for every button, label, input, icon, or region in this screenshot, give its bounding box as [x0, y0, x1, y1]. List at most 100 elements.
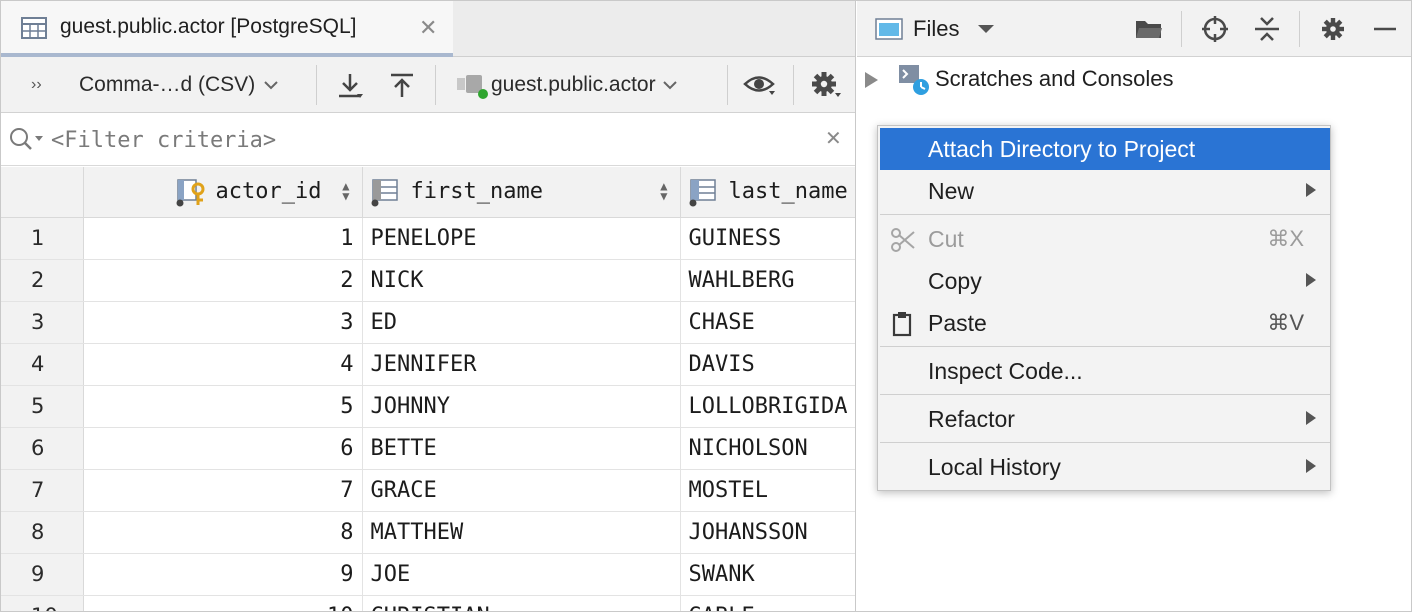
- sort-icon[interactable]: ▲ ▼: [660, 180, 667, 202]
- menu-item-label: Attach Directory to Project: [928, 135, 1196, 162]
- table-row[interactable]: 2 2 NICK WAHLBERG: [1, 259, 855, 302]
- download-icon: [339, 74, 363, 98]
- editor-tab[interactable]: guest.public.actor [PostgreSQL] ✕: [1, 1, 453, 57]
- cell-first-name[interactable]: CHRISTIAN: [362, 595, 681, 611]
- table-row[interactable]: 3 3 ED CHASE: [1, 301, 855, 344]
- cell-first-name[interactable]: NICK: [362, 259, 681, 302]
- filter-bar: ✕: [1, 114, 855, 166]
- project-view-selector[interactable]: Files: [875, 1, 995, 57]
- table-row[interactable]: 1010CHRISTIANGABLE: [1, 595, 855, 611]
- cell-actor-id[interactable]: 4: [83, 343, 363, 386]
- cell-last-name[interactable]: GUINESS: [680, 217, 855, 260]
- submenu-arrow-icon: [1306, 183, 1316, 197]
- cell-first-name[interactable]: BETTE: [362, 427, 681, 470]
- menu-item-new[interactable]: New: [880, 170, 1330, 212]
- menu-item-label: Inspect Code...: [928, 357, 1083, 384]
- cell-actor-id[interactable]: 9: [83, 553, 363, 596]
- table-row[interactable]: 4 4 JENNIFER DAVIS: [1, 343, 855, 386]
- filter-criteria-input[interactable]: [51, 123, 811, 157]
- cell-last-name[interactable]: WAHLBERG: [680, 259, 855, 302]
- cell-actor-id[interactable]: 1: [83, 217, 363, 260]
- cell-actor-id[interactable]: 2: [83, 259, 363, 302]
- tree-item-label: Scratches and Consoles: [935, 66, 1174, 91]
- collapse-all-button[interactable]: [1253, 15, 1281, 43]
- tree-item-scratches[interactable]: Scratches and Consoles: [857, 59, 1411, 101]
- export-data-button[interactable]: [335, 57, 365, 113]
- cell-actor-id[interactable]: 7: [83, 469, 363, 512]
- cell-actor-id[interactable]: 5: [83, 385, 363, 428]
- cell-last-name[interactable]: NICHOLSON: [680, 427, 855, 470]
- menu-item-refactor[interactable]: Refactor: [880, 398, 1330, 440]
- column-header-last-name[interactable]: last_name: [680, 167, 855, 218]
- sort-icon[interactable]: ▲ ▼: [342, 180, 349, 202]
- cell-last-name[interactable]: CHASE: [680, 301, 855, 344]
- table-row[interactable]: 5 5 JOHNNY LOLLOBRIGIDA: [1, 385, 855, 428]
- column-icon: [689, 179, 716, 207]
- close-icon[interactable]: ✕: [419, 15, 437, 41]
- cell-last-name[interactable]: GABLE: [680, 595, 855, 611]
- menu-item-label: Copy: [928, 267, 982, 294]
- project-settings-button[interactable]: [1319, 15, 1347, 43]
- table-selector-label: guest.public.actor: [491, 73, 656, 96]
- table-row[interactable]: 8 8 MATTHEW JOHANSSON: [1, 511, 855, 554]
- menu-item-label: Paste: [928, 309, 987, 336]
- import-data-button[interactable]: [387, 57, 417, 113]
- ide-window: guest.public.actor [PostgreSQL] ✕ ›› Com…: [0, 0, 1412, 612]
- menu-separator: [880, 214, 1330, 215]
- cell-actor-id[interactable]: 3: [83, 301, 363, 344]
- menu-item-inspect-code[interactable]: Inspect Code...: [880, 350, 1330, 392]
- scissors-icon: [891, 228, 915, 252]
- cell-first-name[interactable]: JENNIFER: [362, 343, 681, 386]
- cell-last-name[interactable]: DAVIS: [680, 343, 855, 386]
- row-number: 2: [1, 259, 84, 302]
- expand-arrow-icon[interactable]: [863, 71, 881, 89]
- view-mode-button[interactable]: [743, 57, 777, 113]
- locate-file-button[interactable]: [1201, 15, 1229, 43]
- cell-actor-id[interactable]: 8: [83, 511, 363, 554]
- project-view-label: Files: [913, 16, 960, 41]
- menu-item-cut[interactable]: Cut ⌘X: [880, 218, 1330, 260]
- cell-first-name[interactable]: GRACE: [362, 469, 681, 512]
- cell-last-name[interactable]: SWANK: [680, 553, 855, 596]
- cell-last-name[interactable]: LOLLOBRIGIDA: [680, 385, 855, 428]
- table-selector-dropdown[interactable]: guest.public.actor: [455, 57, 678, 113]
- menu-item-label: New: [928, 177, 975, 204]
- search-icon: [10, 128, 43, 150]
- context-menu: Attach Directory to Project New Cut ⌘X C…: [877, 125, 1331, 491]
- cell-first-name[interactable]: MATTHEW: [362, 511, 681, 554]
- cell-last-name[interactable]: JOHANSSON: [680, 511, 855, 554]
- settings-button[interactable]: [809, 57, 843, 113]
- editor-tab-bar: guest.public.actor [PostgreSQL] ✕: [1, 1, 855, 57]
- table-row[interactable]: 6 6 BETTE NICHOLSON: [1, 427, 855, 470]
- expand-toolbar-button[interactable]: ››: [31, 57, 42, 113]
- row-number: 9: [1, 553, 84, 596]
- menu-item-local-history[interactable]: Local History: [880, 446, 1330, 488]
- cell-last-name[interactable]: MOSTEL: [680, 469, 855, 512]
- submenu-arrow-icon: [1306, 273, 1316, 287]
- table-row[interactable]: 7 7 GRACE MOSTEL: [1, 469, 855, 512]
- row-number: 1: [1, 217, 84, 260]
- column-name: last_name: [728, 179, 848, 205]
- cell-first-name[interactable]: PENELOPE: [362, 217, 681, 260]
- cell-first-name[interactable]: JOE: [362, 553, 681, 596]
- cell-first-name[interactable]: ED: [362, 301, 681, 344]
- menu-item-copy[interactable]: Copy: [880, 260, 1330, 302]
- open-folder-button[interactable]: [1135, 15, 1163, 43]
- row-number: 5: [1, 385, 84, 428]
- extractor-format-dropdown[interactable]: Comma-…d (CSV): [79, 57, 279, 113]
- cell-actor-id[interactable]: 6: [83, 427, 363, 470]
- table-row[interactable]: 9 9 JOE SWANK: [1, 553, 855, 596]
- table-row[interactable]: 1 1 PENELOPE GUINESS: [1, 217, 855, 260]
- hide-tool-window-button[interactable]: [1371, 15, 1399, 43]
- clear-filter-icon[interactable]: ✕: [825, 126, 842, 151]
- menu-separator: [880, 394, 1330, 395]
- menu-item-attach-directory[interactable]: Attach Directory to Project: [880, 128, 1330, 170]
- menu-item-paste[interactable]: Paste ⌘V: [880, 302, 1330, 344]
- editor-toolbar: ›› Comma-…d (CSV) guest.public.actor: [1, 57, 855, 113]
- format-label: Comma-…d (CSV): [79, 73, 256, 96]
- column-header-first-name[interactable]: first_name ▲ ▼: [362, 167, 681, 218]
- menu-item-label: Refactor: [928, 405, 1015, 432]
- cell-actor-id[interactable]: 10: [83, 595, 363, 611]
- cell-first-name[interactable]: JOHNNY: [362, 385, 681, 428]
- column-header-actor-id[interactable]: actor_id ▲ ▼: [83, 167, 363, 218]
